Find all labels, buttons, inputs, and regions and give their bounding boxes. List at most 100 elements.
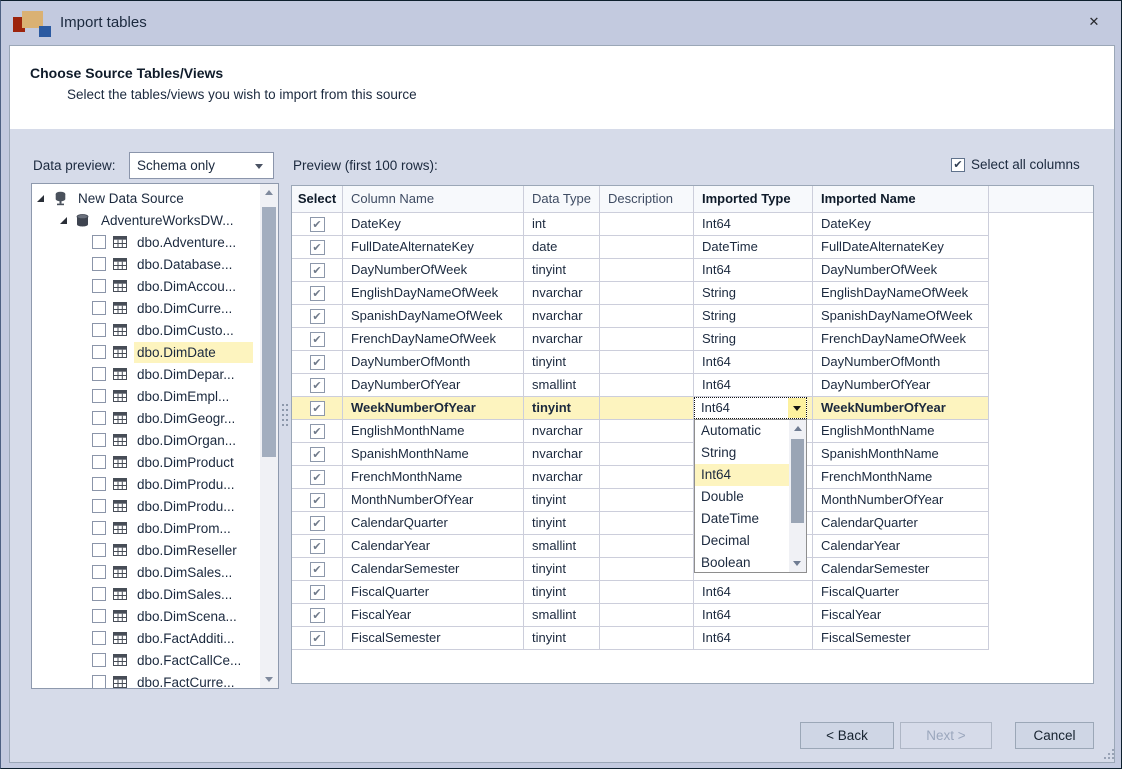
tree-item-table[interactable]: dbo.DimCusto... <box>32 319 260 341</box>
cell-imported-type[interactable]: String <box>694 305 813 328</box>
cell-data-type[interactable]: nvarchar <box>524 305 600 328</box>
cell-data-type[interactable]: smallint <box>524 604 600 627</box>
row-checkbox[interactable]: ✔ <box>310 424 325 439</box>
dropdown-option-decimal[interactable]: Decimal <box>695 530 790 552</box>
scroll-up-icon[interactable] <box>794 426 802 431</box>
tree-item-table[interactable]: dbo.DimGeogr... <box>32 407 260 429</box>
cell-imported-name[interactable]: DayNumberOfMonth <box>813 351 989 374</box>
cell-select[interactable]: ✔ <box>292 259 343 282</box>
table-checkbox[interactable] <box>92 653 106 667</box>
column-header-data-type[interactable]: Data Type <box>524 186 600 212</box>
cell-select[interactable]: ✔ <box>292 558 343 581</box>
resize-grip[interactable] <box>1104 749 1114 759</box>
cell-select[interactable]: ✔ <box>292 305 343 328</box>
column-header-imported-type[interactable]: Imported Type <box>694 186 813 212</box>
scroll-down-icon[interactable] <box>265 677 273 682</box>
cell-select[interactable]: ✔ <box>292 328 343 351</box>
cell-select[interactable]: ✔ <box>292 420 343 443</box>
cell-imported-type[interactable]: String <box>694 282 813 305</box>
cell-description[interactable] <box>600 236 694 259</box>
row-checkbox[interactable]: ✔ <box>310 447 325 462</box>
row-checkbox[interactable]: ✔ <box>310 286 325 301</box>
tree-item-root[interactable]: New Data Source <box>32 187 260 209</box>
dropdown-option-int64[interactable]: Int64 <box>695 464 790 486</box>
column-header-select[interactable]: Select <box>292 186 343 212</box>
tree-item-table[interactable]: dbo.DimOrgan... <box>32 429 260 451</box>
tree-item-table[interactable]: dbo.DimReseller <box>32 539 260 561</box>
tree-item-table[interactable]: dbo.FactCurre... <box>32 671 260 689</box>
cell-data-type[interactable]: nvarchar <box>524 420 600 443</box>
back-button[interactable]: < Back <box>800 722 894 749</box>
scroll-up-icon[interactable] <box>265 190 273 195</box>
cell-data-type[interactable]: tinyint <box>524 512 600 535</box>
cell-description[interactable] <box>600 213 694 236</box>
cell-data-type[interactable]: tinyint <box>524 489 600 512</box>
dropdown-option-datetime[interactable]: DateTime <box>695 508 790 530</box>
table-checkbox[interactable] <box>92 631 106 645</box>
tree-item-table[interactable]: dbo.DimSales... <box>32 561 260 583</box>
table-checkbox[interactable] <box>92 301 106 315</box>
cell-column-name[interactable]: MonthNumberOfYear <box>343 489 524 512</box>
row-checkbox[interactable]: ✔ <box>310 608 325 623</box>
cell-description[interactable] <box>600 466 694 489</box>
cell-imported-name[interactable]: CalendarYear <box>813 535 989 558</box>
next-button[interactable]: Next > <box>900 722 992 749</box>
row-checkbox[interactable]: ✔ <box>310 516 325 531</box>
table-checkbox[interactable] <box>92 499 106 513</box>
table-checkbox[interactable] <box>92 521 106 535</box>
row-checkbox[interactable]: ✔ <box>310 585 325 600</box>
cell-data-type[interactable]: tinyint <box>524 397 600 420</box>
table-checkbox[interactable] <box>92 389 106 403</box>
cell-imported-type[interactable]: Int64 <box>694 581 813 604</box>
dropdown-option-boolean[interactable]: Boolean <box>695 552 790 574</box>
cell-imported-type[interactable]: Int64 <box>694 374 813 397</box>
cell-description[interactable] <box>600 512 694 535</box>
cell-column-name[interactable]: DateKey <box>343 213 524 236</box>
cell-imported-name[interactable]: DateKey <box>813 213 989 236</box>
cell-column-name[interactable]: FullDateAlternateKey <box>343 236 524 259</box>
row-checkbox[interactable]: ✔ <box>310 631 325 646</box>
cell-column-name[interactable]: CalendarSemester <box>343 558 524 581</box>
cell-description[interactable] <box>600 604 694 627</box>
dropdown-scrollbar[interactable] <box>789 420 806 572</box>
row-checkbox[interactable]: ✔ <box>310 332 325 347</box>
tree-item-table[interactable]: dbo.Adventure... <box>32 231 260 253</box>
tree-scrollbar-thumb[interactable] <box>262 207 276 457</box>
imported-type-combobox[interactable]: Int64 <box>694 397 807 419</box>
table-checkbox[interactable] <box>92 235 106 249</box>
cell-column-name[interactable]: FiscalSemester <box>343 627 524 650</box>
cell-imported-name[interactable]: FrenchDayNameOfWeek <box>813 328 989 351</box>
cell-description[interactable] <box>600 420 694 443</box>
row-checkbox[interactable]: ✔ <box>310 539 325 554</box>
close-icon[interactable]: ✕ <box>1082 12 1106 34</box>
scroll-down-icon[interactable] <box>793 561 801 566</box>
column-header-description[interactable]: Description <box>600 186 694 212</box>
cell-description[interactable] <box>600 581 694 604</box>
cell-select[interactable]: ✔ <box>292 466 343 489</box>
cell-select[interactable]: ✔ <box>292 374 343 397</box>
table-checkbox[interactable] <box>92 323 106 337</box>
table-checkbox[interactable] <box>92 257 106 271</box>
cell-data-type[interactable]: nvarchar <box>524 466 600 489</box>
cell-description[interactable] <box>600 282 694 305</box>
cell-column-name[interactable]: EnglishDayNameOfWeek <box>343 282 524 305</box>
tree-item-table[interactable]: dbo.FactCallCe... <box>32 649 260 671</box>
cell-imported-name[interactable]: EnglishDayNameOfWeek <box>813 282 989 305</box>
column-header-imported-name[interactable]: Imported Name <box>813 186 989 212</box>
cell-description[interactable] <box>600 374 694 397</box>
cell-select[interactable]: ✔ <box>292 489 343 512</box>
table-checkbox[interactable] <box>92 477 106 491</box>
cell-column-name[interactable]: DayNumberOfMonth <box>343 351 524 374</box>
cell-select[interactable]: ✔ <box>292 236 343 259</box>
data-preview-combobox[interactable]: Schema only <box>129 152 274 179</box>
row-checkbox[interactable]: ✔ <box>310 493 325 508</box>
cancel-button[interactable]: Cancel <box>1015 722 1094 749</box>
cell-imported-name[interactable]: MonthNumberOfYear <box>813 489 989 512</box>
tree-item-table[interactable]: dbo.DimAccou... <box>32 275 260 297</box>
cell-column-name[interactable]: DayNumberOfYear <box>343 374 524 397</box>
cell-imported-type[interactable]: String <box>694 328 813 351</box>
cell-data-type[interactable]: tinyint <box>524 558 600 581</box>
table-checkbox[interactable] <box>92 455 106 469</box>
cell-imported-type[interactable]: DateTime <box>694 236 813 259</box>
cell-description[interactable] <box>600 397 694 420</box>
